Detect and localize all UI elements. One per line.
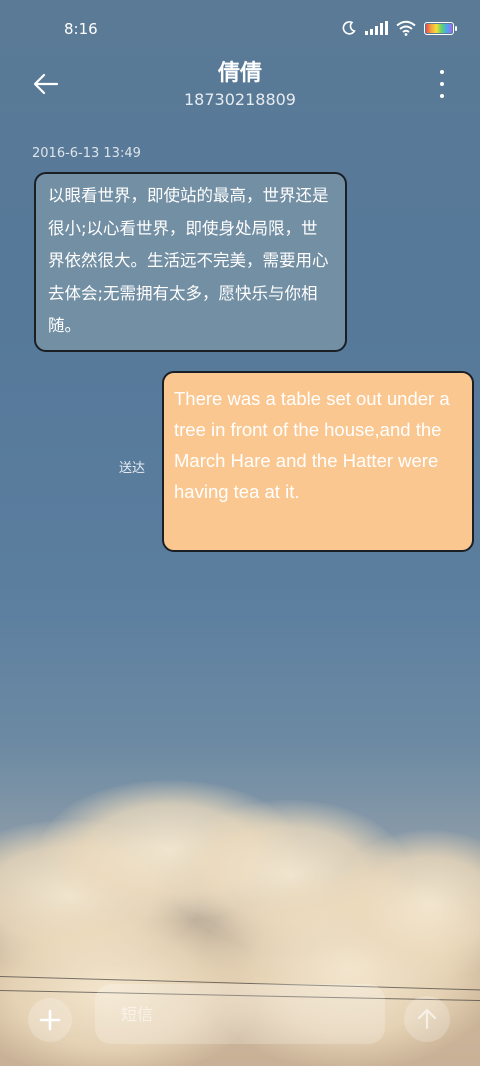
contact-name: 倩倩 — [217, 61, 262, 86]
send-button[interactable] — [404, 996, 450, 1042]
battery-icon — [424, 21, 457, 35]
incoming-message-bubble[interactable]: 以眼看世界，即使站的最高，世界还是很小;以心看世界，即使身处局限，世界依然很大。… — [34, 172, 347, 352]
conversation-header: 倩倩 18730218809 — [0, 50, 480, 120]
message-input[interactable] — [95, 984, 385, 1044]
message-composer — [0, 982, 480, 1046]
status-icons — [341, 20, 457, 36]
message-text: 以眼看世界，即使站的最高，世界还是很小;以心看世界，即使身处局限，世界依然很大。… — [48, 186, 329, 335]
moon-icon — [342, 21, 356, 35]
wifi-icon — [396, 20, 416, 36]
message-timestamp: 2016-6-13 13:49 — [32, 146, 141, 161]
status-time: 8:16 — [64, 20, 98, 38]
send-arrow-icon — [417, 1008, 437, 1030]
delivery-status: 送达 — [119, 461, 146, 476]
plus-icon — [39, 1009, 61, 1031]
signal-icon — [365, 21, 388, 35]
add-attachment-button[interactable] — [28, 998, 72, 1042]
outgoing-message-bubble[interactable]: There was a table set out under a tree i… — [162, 371, 474, 552]
more-vertical-icon[interactable] — [438, 70, 446, 98]
message-text: There was a table set out under a tree i… — [174, 388, 450, 502]
contact-number: 18730218809 — [184, 90, 296, 109]
